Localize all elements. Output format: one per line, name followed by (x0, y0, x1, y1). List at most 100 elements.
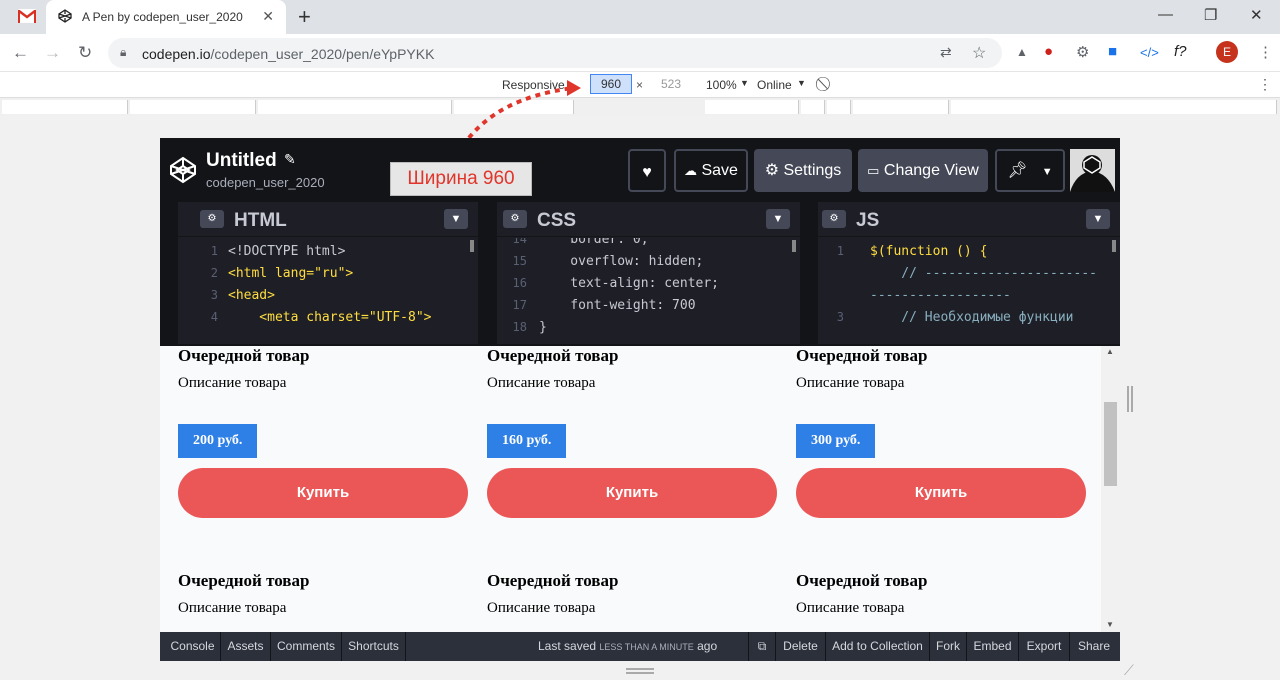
css-editor-header: ⚙ CSS ▼ (497, 202, 800, 237)
buy-button[interactable]: Купить (178, 468, 468, 518)
product-description: Описание товара (796, 375, 905, 391)
browser-tab-bar: A Pen by codepen_user_2020 ✕ + — ❐ ✕ (0, 0, 1280, 34)
translate-icon[interactable]: ⇄ (940, 44, 952, 61)
bookmark-star-icon[interactable]: ☆ (972, 43, 986, 63)
editors-row: ⚙ HTML ▼ 1 <!DOCTYPE html> 2 <html lang="r… (160, 202, 1120, 344)
save-button[interactable]: ☁ Save (674, 149, 748, 192)
add-to-collection-button[interactable]: Add to Collection (826, 632, 930, 661)
edit-title-pencil-icon[interactable]: ✎ (284, 151, 296, 168)
scrollbar-thumb[interactable] (1104, 402, 1117, 486)
change-view-button[interactable]: ▭ Change View (858, 149, 988, 192)
embed-button[interactable]: Embed (967, 632, 1019, 661)
extension-save-icon[interactable]: ■ (1108, 43, 1117, 60)
last-saved-time: LESS THAN A MINUTE (599, 642, 694, 652)
close-tab-icon[interactable]: ✕ (262, 8, 274, 25)
js-dropdown-chevron-icon[interactable]: ▼ (1086, 209, 1110, 229)
throttle-select[interactable]: Online (757, 78, 792, 92)
zoom-dropdown-icon[interactable]: ▼ (740, 78, 749, 88)
extension-gear-icon[interactable]: ⚙ (1076, 43, 1089, 61)
css-scrollbar[interactable] (792, 240, 796, 252)
share-button[interactable]: Share (1070, 632, 1118, 661)
preview-scrollbar[interactable]: ▲ ▼ (1101, 346, 1120, 632)
assets-button[interactable]: Assets (221, 632, 271, 661)
product-description: Описание товара (178, 375, 287, 391)
omnibox[interactable]: 🔒︎ codepen.io/codepen_user_2020/pen/eYpP… (108, 38, 1002, 68)
url-host: codepen.io (142, 46, 211, 62)
new-tab-icon[interactable]: + (298, 4, 311, 30)
css-dropdown-chevron-icon[interactable]: ▼ (766, 209, 790, 229)
viewport-right-resize-handle[interactable] (1127, 386, 1133, 412)
pen-footer: Console Assets Comments Shortcuts Last s… (160, 632, 1120, 661)
last-saved-label: Last saved (538, 639, 597, 653)
extension-triangle-icon[interactable]: ▲ (1016, 45, 1028, 59)
pen-title[interactable]: Untitled (206, 150, 277, 172)
pen-header: Untitled ✎ codepen_user_2020 ♥ ☁ Save ⚙ … (160, 138, 1120, 202)
pen-author[interactable]: codepen_user_2020 (206, 175, 325, 190)
reload-icon[interactable]: ↻ (78, 43, 92, 63)
js-scrollbar[interactable] (1112, 240, 1116, 252)
menu-kebab-icon[interactable]: ⋮ (1258, 43, 1273, 61)
device-toolbar: Responsive 960 × 523 100% ▼ Online ▼ ⃠ ⋮ (0, 72, 1280, 98)
open-external-icon[interactable]: ⧉ (748, 632, 776, 661)
scroll-up-icon[interactable]: ▲ (1106, 347, 1114, 356)
user-avatar[interactable] (1070, 149, 1115, 192)
html-editor-label: HTML (234, 210, 287, 231)
css-editor[interactable]: ⚙ CSS ▼ 14 border: 0; 15 overflow: hidde… (497, 202, 800, 344)
scroll-down-icon[interactable]: ▼ (1106, 620, 1114, 629)
viewport-bottom-resize-handle[interactable] (626, 668, 654, 674)
love-button[interactable]: ♥ (628, 149, 666, 192)
console-button[interactable]: Console (165, 632, 221, 661)
settings-gear-icon: ⚙ (764, 162, 780, 179)
back-icon[interactable]: ← (12, 43, 29, 63)
address-toolbar: ← → ↻ 🔒︎ codepen.io/codepen_user_2020/pe… (0, 34, 1280, 100)
buy-button[interactable]: Купить (487, 468, 777, 518)
fork-button[interactable]: Fork (930, 632, 967, 661)
minimize-icon[interactable]: — (1158, 6, 1173, 23)
buy-button[interactable]: Купить (796, 468, 1086, 518)
html-dropdown-chevron-icon[interactable]: ▼ (444, 209, 468, 229)
pin-button[interactable]: 📌︎ ▼ (995, 149, 1065, 192)
js-editor[interactable]: ⚙ JS ▼ 1 $(function () { // -------------… (818, 202, 1120, 344)
comments-button[interactable]: Comments (271, 632, 342, 661)
restore-icon[interactable]: ❐ (1204, 6, 1217, 24)
width-annotation-label: Ширина 960 (390, 162, 532, 196)
product-title: Очередной товар (178, 571, 310, 590)
height-input[interactable]: 523 (650, 74, 692, 94)
settings-button[interactable]: ⚙ Settings (754, 149, 852, 192)
url-text[interactable]: codepen.io/codepen_user_2020/pen/eYpPYKK (142, 46, 434, 62)
zoom-select[interactable]: 100% (706, 78, 737, 92)
devtools-more-icon[interactable]: ⋮ (1258, 76, 1272, 93)
export-button[interactable]: Export (1019, 632, 1070, 661)
delete-button[interactable]: Delete (776, 632, 826, 661)
throttle-dropdown-icon[interactable]: ▼ (797, 78, 806, 88)
active-tab[interactable]: A Pen by codepen_user_2020 ✕ (46, 0, 286, 34)
chevron-down-icon: ▼ (1041, 166, 1053, 178)
html-editor[interactable]: ⚙ HTML ▼ 1 <!DOCTYPE html> 2 <html lang="r… (178, 202, 478, 344)
product-description: Описание товара (487, 375, 596, 391)
lock-icon[interactable]: 🔒︎ (120, 45, 126, 60)
product-title: Очередной товар (487, 571, 619, 590)
html-code[interactable]: 1 <!DOCTYPE html> 2 <html lang="ru"> 3 <hea… (178, 238, 478, 344)
codepen-logo-icon[interactable] (168, 155, 198, 185)
forward-icon[interactable]: → (44, 43, 61, 63)
extension-code-icon[interactable]: </> (1140, 45, 1159, 60)
extension-fx-icon[interactable]: f? (1174, 43, 1187, 60)
html-settings-gear-icon[interactable]: ⚙ (200, 210, 224, 228)
shortcuts-button[interactable]: Shortcuts (342, 632, 406, 661)
product-price: 160 руб. (487, 424, 567, 458)
url-path: /codepen_user_2020/pen/eYpPYKK (210, 46, 435, 62)
js-code[interactable]: 1 $(function () { // --------------------… (818, 238, 1120, 344)
gmail-icon[interactable] (18, 9, 36, 23)
product-price: 300 руб. (796, 424, 876, 458)
product-title: Очередной товар (178, 346, 310, 365)
css-code[interactable]: 14 border: 0; 15 overflow: hidden; 16 te… (497, 238, 800, 344)
width-input[interactable]: 960 (590, 74, 632, 94)
profile-avatar[interactable]: E (1216, 41, 1238, 63)
save-label: Save (701, 162, 738, 179)
viewport-corner-resize-handle[interactable]: ⟋ (1124, 662, 1134, 679)
window-close-icon[interactable]: ✕ (1250, 6, 1263, 24)
css-settings-gear-icon[interactable]: ⚙ (503, 210, 527, 228)
html-scrollbar[interactable] (470, 240, 474, 252)
js-settings-gear-icon[interactable]: ⚙ (822, 210, 846, 228)
extension-adblock-icon[interactable]: ● (1044, 43, 1053, 60)
